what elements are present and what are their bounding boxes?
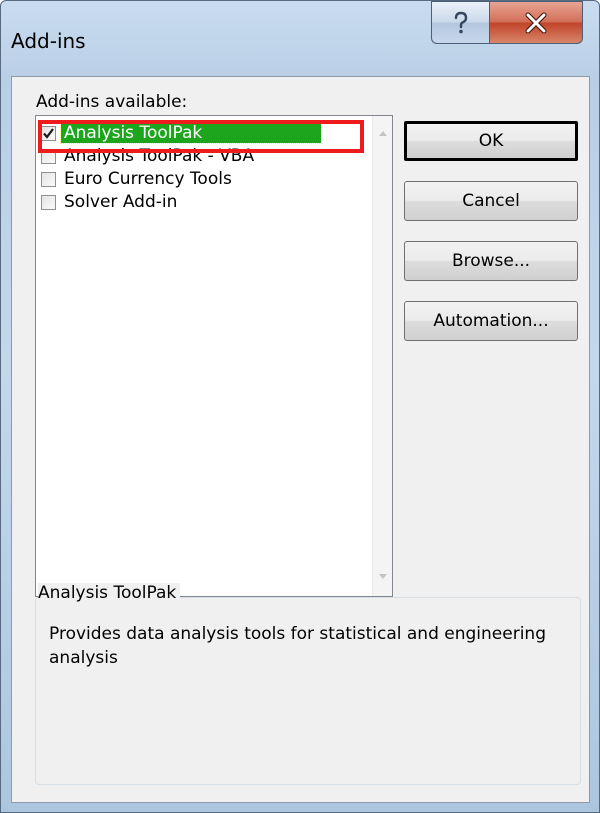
cancel-button[interactable]: Cancel (404, 181, 578, 221)
dialog-title: Add-ins (11, 29, 86, 53)
browse-button[interactable]: Browse... (404, 241, 578, 281)
list-item-analysis-toolpak[interactable]: Analysis ToolPak (36, 122, 322, 144)
close-icon (525, 12, 547, 33)
add-ins-available-label: Add-ins available: (36, 92, 188, 112)
list-item-label: Euro Currency Tools (64, 169, 232, 189)
description-group-title: Analysis ToolPak (38, 583, 181, 603)
list-item-label: Analysis ToolPak - VBA (64, 146, 255, 166)
checkbox-solver-add-in[interactable] (41, 194, 56, 210)
title-bar[interactable]: Add-ins (1, 1, 599, 76)
scroll-up-arrow-icon[interactable] (377, 128, 389, 138)
list-item-label: Analysis ToolPak (60, 122, 322, 144)
dialog-client-area: Add-ins available: Analysis ToolPak Anal… (11, 76, 590, 803)
help-icon (454, 11, 467, 33)
list-item-euro-currency-tools[interactable]: Euro Currency Tools (36, 168, 235, 190)
checkbox-analysis-toolpak-vba[interactable] (41, 148, 56, 164)
scroll-down-arrow-icon[interactable] (377, 572, 389, 582)
caption-buttons (431, 1, 583, 44)
description-text: Provides data analysis tools for statist… (49, 624, 546, 668)
list-item-analysis-toolpak-vba[interactable]: Analysis ToolPak - VBA (36, 145, 257, 167)
checkbox-analysis-toolpak[interactable] (41, 125, 56, 141)
ok-button[interactable]: OK (404, 121, 578, 161)
list-item-solver-add-in[interactable]: Solver Add-in (36, 191, 180, 213)
add-ins-listbox[interactable]: Analysis ToolPak Analysis ToolPak - VBA … (35, 115, 393, 597)
list-scrollbar[interactable] (372, 116, 392, 596)
close-button[interactable] (489, 1, 583, 44)
list-item-label: Solver Add-in (64, 192, 178, 212)
add-ins-dialog: Add-ins Add-ins available: Analysis Tool… (0, 0, 600, 813)
checkbox-euro-currency-tools[interactable] (41, 171, 56, 187)
checkmark-icon (43, 127, 54, 139)
help-button[interactable] (431, 1, 489, 44)
automation-button[interactable]: Automation... (404, 301, 578, 341)
